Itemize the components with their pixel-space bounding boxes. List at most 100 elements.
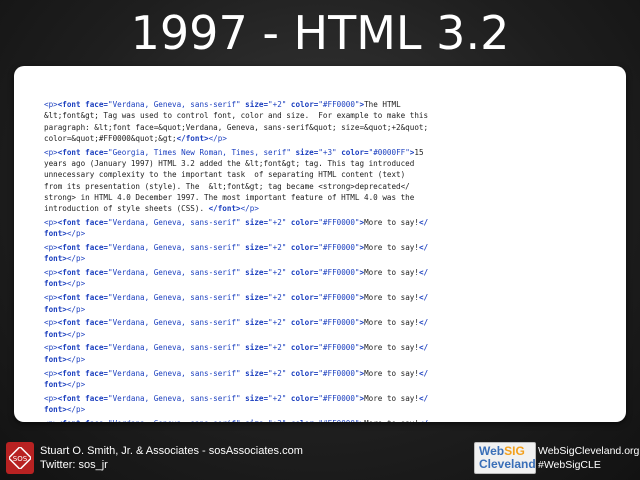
code-token: More to say! xyxy=(364,268,419,278)
code-token: <p> xyxy=(44,318,58,328)
code-token: <p> xyxy=(44,393,58,403)
code-token: size= xyxy=(240,318,269,328)
code-token: </p> xyxy=(66,379,86,389)
code-token: font> xyxy=(44,354,67,364)
code-token: "+2" xyxy=(268,293,287,303)
code-line: color=&quot;#FF0000&quot;&gt;</font></p> xyxy=(44,133,544,144)
code-token: <p> xyxy=(44,147,58,157)
code-token: </ xyxy=(418,243,429,253)
code-token: <p> xyxy=(44,343,58,353)
code-token: </ xyxy=(418,293,429,303)
code-token: font> xyxy=(44,254,67,264)
code-line: <p><font face="Verdana, Geneva, sans-ser… xyxy=(44,267,544,278)
code-line: <p><font face="Verdana, Geneva, sans-ser… xyxy=(44,342,544,353)
code-token: size= xyxy=(240,217,269,227)
websig-hashtag: #WebSigCLE xyxy=(538,459,601,471)
code-token: </p> xyxy=(66,354,86,364)
code-token: <font face= xyxy=(57,217,109,227)
code-token: <p> xyxy=(44,419,58,422)
code-line: font></p> xyxy=(44,304,544,315)
code-token: "#FF0000" xyxy=(318,419,359,422)
code-token: More to say! xyxy=(364,293,419,303)
footer-company: Stuart O. Smith, Jr. & Associates - sosA… xyxy=(40,445,303,457)
sos-logo-icon: SOS xyxy=(9,447,31,469)
code-line: font></p> xyxy=(44,278,544,289)
code-line: <p><font face="Verdana, Geneva, sans-ser… xyxy=(44,99,544,110)
code-token: "+2" xyxy=(268,343,287,353)
code-paragraph: <p><font face="Verdana, Geneva, sans-ser… xyxy=(44,267,544,290)
code-paragraph: <p><font face="Georgia, Times New Roman,… xyxy=(44,147,544,215)
code-token: "#FF0000" xyxy=(318,318,360,328)
code-token: from its presentation (style). The &lt;f… xyxy=(44,181,410,191)
code-token: "+3" xyxy=(318,147,337,157)
code-token: </ xyxy=(418,393,429,403)
code-token: More to say! xyxy=(364,243,419,253)
websig-logo-web: Web xyxy=(479,444,505,458)
code-token: size= xyxy=(240,368,269,378)
code-token: "Verdana, Geneva, sans-serif" xyxy=(108,217,241,227)
code-token: "Verdana, Geneva, sans-serif" xyxy=(108,268,241,278)
code-token: size= xyxy=(240,268,269,278)
code-token: &lt;font&gt; Tag was used to control fon… xyxy=(44,111,429,121)
code-token: color= xyxy=(286,318,319,328)
code-token: More to say! xyxy=(364,368,419,378)
code-token: </font> xyxy=(208,204,241,214)
code-token: <p> xyxy=(44,293,58,303)
code-token: "Verdana, Geneva, sans-serif" xyxy=(108,343,241,353)
code-line: font></p> xyxy=(44,379,544,390)
code-token: "#FF0000" xyxy=(318,268,360,278)
code-token: color= xyxy=(286,100,319,109)
code-token: font> xyxy=(44,279,67,289)
code-token: <font face= xyxy=(57,147,109,157)
code-token: font> xyxy=(44,379,67,389)
code-token: color= xyxy=(286,217,319,227)
code-token: <font face= xyxy=(58,419,108,422)
code-token: size= xyxy=(240,100,269,109)
websig-logo: WebSIG Cleveland xyxy=(474,442,536,474)
code-line: <p><font face="Verdana, Geneva, sans-ser… xyxy=(44,217,544,228)
code-token: color= xyxy=(286,368,319,378)
code-token: <p> xyxy=(44,268,58,278)
code-token: "+2" xyxy=(268,217,287,227)
code-token: </p> xyxy=(66,404,86,414)
code-token: font> xyxy=(44,229,67,239)
code-token: </ xyxy=(418,368,429,378)
code-token: "#FF0000" xyxy=(318,100,360,109)
code-token: <font face= xyxy=(57,318,109,328)
code-token: </ xyxy=(418,343,429,353)
code-panel: <p><font face="Verdana, Geneva, sans-ser… xyxy=(14,66,626,422)
sos-logo-text: SOS xyxy=(13,455,28,463)
code-token: </ xyxy=(419,419,428,422)
code-token: color= xyxy=(286,419,318,422)
code-token: </p> xyxy=(240,204,259,214)
sos-logo: SOS xyxy=(6,442,34,474)
code-token: "#0000FF" xyxy=(368,147,410,157)
code-token: <p> xyxy=(44,243,58,253)
code-paragraph: <p><font face="Verdana, Geneva, sans-ser… xyxy=(44,393,544,416)
code-token: </p> xyxy=(66,304,86,314)
code-line: font></p> xyxy=(44,404,544,415)
code-line: <p><font face="Verdana, Geneva, sans-ser… xyxy=(44,418,544,422)
websig-info: WebSigCleveland.org #WebSigCLE xyxy=(538,444,639,472)
code-block: <p><font face="Verdana, Geneva, sans-ser… xyxy=(44,99,544,422)
code-token: size= xyxy=(240,393,269,403)
code-paragraph: <p><font face="Verdana, Geneva, sans-ser… xyxy=(44,99,544,144)
code-token: <font face= xyxy=(57,343,109,353)
code-token: "Georgia, Times New Roman, Times, serif" xyxy=(108,147,291,157)
code-token: unnecessary complexity to the important … xyxy=(44,170,406,180)
code-token: color= xyxy=(286,268,319,278)
code-paragraph: <p><font face="Verdana, Geneva, sans-ser… xyxy=(44,292,544,315)
code-token: size= xyxy=(240,293,269,303)
code-line: font></p> xyxy=(44,354,544,365)
code-token: "+2" xyxy=(268,268,287,278)
code-token: size= xyxy=(290,147,319,157)
code-token: "#FF0000" xyxy=(318,368,360,378)
code-token: "+2" xyxy=(268,100,287,109)
code-line: strong> in HTML 4.0 December 1997. The m… xyxy=(44,192,544,203)
code-token: "Verdana, Geneva, sans-serif" xyxy=(108,318,241,328)
code-line: introduction of style sheets (CSS). </fo… xyxy=(44,203,544,214)
code-line: paragraph: &lt;font face=&quot;Verdana, … xyxy=(44,122,544,133)
code-line: <p><font face="Verdana, Geneva, sans-ser… xyxy=(44,317,544,328)
code-line: unnecessary complexity to the important … xyxy=(44,169,544,180)
code-token: The HTML xyxy=(364,100,401,109)
